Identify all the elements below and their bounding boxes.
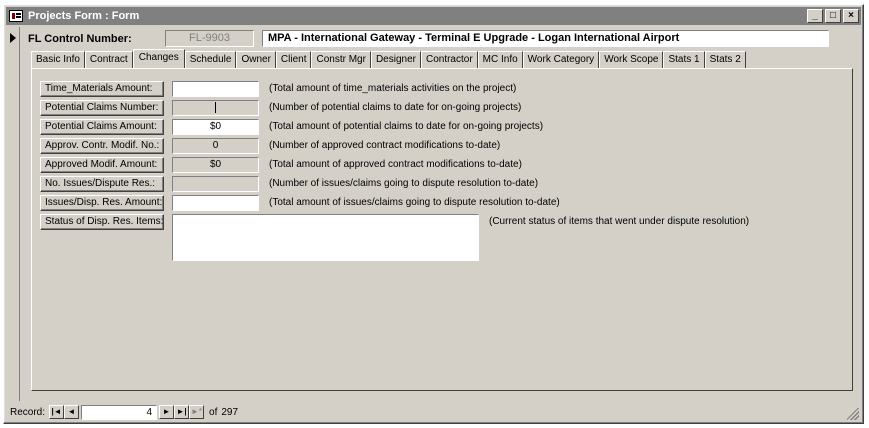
text-cursor bbox=[215, 101, 216, 113]
time-materials-amount-desc: (Total amount of time_materials activiti… bbox=[269, 83, 517, 94]
no-issues-dispute-res-desc: (Number of issues/claims going to disput… bbox=[269, 178, 539, 189]
time-materials-amount-label-button[interactable]: Time_Materials Amount: bbox=[40, 81, 164, 97]
project-name-field[interactable]: MPA - International Gateway - Terminal E… bbox=[262, 30, 829, 47]
projects-form-window: Projects Form : Form _ □ × FL Control Nu… bbox=[3, 4, 864, 424]
approv-contr-modif-no-desc: (Number of approved contract modificatio… bbox=[269, 140, 501, 151]
approved-modif-amount-label-button[interactable]: Approved Modif. Amount: bbox=[40, 157, 164, 173]
status-disp-res-items-memo[interactable] bbox=[172, 214, 479, 261]
tab-stats-2[interactable]: Stats 2 bbox=[704, 51, 746, 68]
tab-mc-info[interactable]: MC Info bbox=[477, 51, 523, 68]
potential-claims-amount-desc: (Total amount of potential claims to dat… bbox=[269, 121, 544, 132]
no-issues-dispute-res-label-button[interactable]: No. Issues/Dispute Res.: bbox=[40, 176, 164, 192]
changes-tab-panel: Time_Materials Amount: (Total amount of … bbox=[31, 68, 853, 391]
new-record-button[interactable]: ►* bbox=[189, 405, 205, 419]
issues-disp-res-amount-desc: (Total amount of issues/claims going to … bbox=[269, 197, 560, 208]
tab-owner[interactable]: Owner bbox=[236, 51, 276, 68]
tab-client[interactable]: Client bbox=[275, 51, 312, 68]
current-record-arrow-icon bbox=[10, 33, 16, 43]
title-bar[interactable]: Projects Form : Form _ □ × bbox=[6, 7, 861, 25]
minimize-button[interactable]: _ bbox=[807, 9, 823, 23]
resize-grip-icon[interactable] bbox=[847, 408, 859, 420]
form-icon bbox=[9, 10, 23, 22]
previous-record-button[interactable]: ◄ bbox=[64, 405, 80, 419]
status-disp-res-items-label-button[interactable]: Status of Disp. Res. Items: bbox=[40, 214, 164, 230]
tab-contract[interactable]: Contract bbox=[84, 51, 133, 68]
record-total: 297 bbox=[221, 406, 239, 418]
issues-disp-res-amount-label-button[interactable]: Issues/Disp. Res. Amount: bbox=[40, 195, 164, 211]
close-button[interactable]: × bbox=[843, 9, 859, 23]
tab-constr-mgr[interactable]: Constr Mgr bbox=[311, 51, 371, 68]
tab-basic-info[interactable]: Basic Info bbox=[31, 51, 85, 68]
status-disp-res-items-desc: (Current status of items that went under… bbox=[489, 216, 750, 227]
tab-work-scope[interactable]: Work Scope bbox=[599, 51, 664, 68]
tab-strip: Basic Info Contract Changes Schedule Own… bbox=[31, 49, 746, 68]
approved-modif-amount-desc: (Total amount of approved contract modif… bbox=[269, 159, 522, 170]
record-label: Record: bbox=[10, 406, 46, 418]
approved-modif-amount-input[interactable]: $0 bbox=[172, 157, 259, 173]
tab-work-category[interactable]: Work Category bbox=[522, 51, 600, 68]
no-issues-dispute-res-input[interactable] bbox=[172, 176, 259, 192]
time-materials-amount-input[interactable] bbox=[172, 81, 259, 97]
control-number-field[interactable]: FL-9903 bbox=[165, 30, 254, 47]
header-row: FL Control Number: FL-9903 MPA - Interna… bbox=[28, 30, 855, 48]
tab-contractor[interactable]: Contractor bbox=[420, 51, 478, 68]
tab-changes[interactable]: Changes bbox=[132, 49, 185, 68]
window-title: Projects Form : Form bbox=[28, 10, 140, 22]
potential-claims-number-desc: (Number of potential claims to date for … bbox=[269, 102, 522, 113]
tab-stats-1[interactable]: Stats 1 bbox=[663, 51, 705, 68]
issues-disp-res-amount-input[interactable] bbox=[172, 195, 259, 211]
maximize-button[interactable]: □ bbox=[825, 9, 841, 23]
record-of-label: of bbox=[209, 406, 218, 418]
approv-contr-modif-no-input[interactable]: 0 bbox=[172, 138, 259, 154]
approv-contr-modif-no-label-button[interactable]: Approv. Contr. Modif. No.: bbox=[40, 138, 164, 154]
control-number-label: FL Control Number: bbox=[28, 33, 132, 45]
potential-claims-number-label-button[interactable]: Potential Claims Number: bbox=[40, 100, 164, 116]
current-record-input[interactable]: 4 bbox=[81, 404, 158, 420]
last-record-button[interactable]: ►| bbox=[174, 405, 190, 419]
first-record-button[interactable]: |◄ bbox=[49, 405, 65, 419]
tab-designer[interactable]: Designer bbox=[370, 51, 421, 68]
next-record-button[interactable]: ► bbox=[159, 405, 175, 419]
potential-claims-amount-label-button[interactable]: Potential Claims Amount: bbox=[40, 119, 164, 135]
potential-claims-amount-input[interactable]: $0 bbox=[172, 119, 259, 135]
tab-schedule[interactable]: Schedule bbox=[184, 51, 237, 68]
form-body: FL Control Number: FL-9903 MPA - Interna… bbox=[6, 27, 861, 401]
potential-claims-number-input[interactable] bbox=[172, 100, 259, 116]
record-navigation-bar: Record: |◄ ◄ 4 ► ►| ►* of 297 bbox=[6, 403, 861, 421]
record-selector[interactable] bbox=[6, 27, 20, 401]
